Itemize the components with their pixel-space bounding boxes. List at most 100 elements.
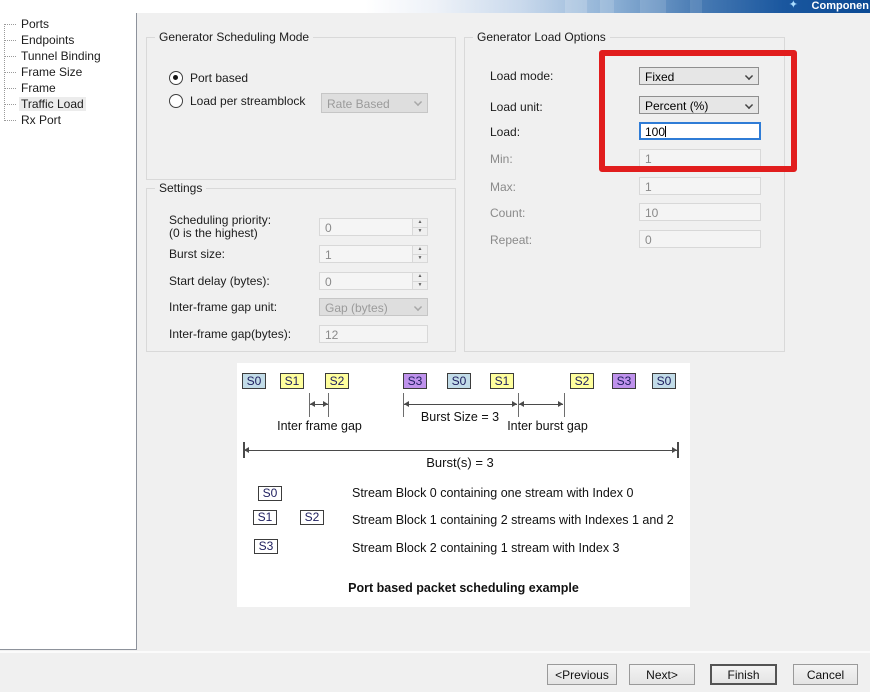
sidebar-item-ports[interactable]: Ports (0, 16, 136, 32)
button-bar: <Previous Next> Finish Cancel (0, 653, 870, 692)
legend-stream-box: S2 (300, 510, 324, 525)
sidebar-item-rx-port[interactable]: Rx Port (0, 112, 136, 128)
field-value: 100 (645, 125, 666, 139)
inter-frame-gap-unit-combobox: Gap (bytes) (319, 298, 428, 316)
cancel-button[interactable]: Cancel (793, 664, 858, 685)
spinner-up-icon: ▲ (413, 219, 427, 227)
max-field: 1 (639, 177, 761, 195)
combobox-value: Rate Based (327, 97, 390, 111)
scheduling-priority-label: Scheduling priority: (169, 213, 272, 227)
max-label: Max: (490, 180, 517, 194)
field-value: 0 (645, 233, 652, 247)
legend-text: Stream Block 2 containing 1 stream with … (352, 541, 620, 555)
stream-box: S1 (490, 373, 514, 389)
sidebar-item-label: Frame (21, 81, 56, 95)
diagram-caption: Port based packet scheduling example (348, 581, 579, 595)
field-value: 1 (645, 180, 652, 194)
radio-label: Port based (190, 71, 249, 85)
bursts-text: Burst(s) = 3 (426, 455, 494, 470)
combobox-value: Fixed (645, 70, 675, 84)
banner-decoration (600, 0, 614, 13)
count-label: Count: (490, 206, 526, 220)
tick-mark (564, 393, 565, 417)
scheduling-priority-note: (0 is the highest) (169, 226, 258, 240)
spinner-down-icon: ▼ (413, 226, 427, 235)
spinner-down-icon: ▼ (413, 280, 427, 289)
min-field: 1 (639, 149, 761, 167)
inter-frame-gap-text: Inter frame gap (277, 419, 362, 433)
chevron-down-icon (414, 303, 421, 310)
count-field: 10 (639, 203, 761, 221)
inter-frame-gap-unit-label: Inter-frame gap unit: (169, 300, 278, 314)
spinner-up-icon: ▲ (413, 246, 427, 254)
dialog-body: Generator Scheduling Mode Port based Loa… (137, 13, 870, 652)
group-title: Generator Load Options (473, 30, 610, 44)
legend-text: Stream Block 0 containing one stream wit… (352, 486, 634, 500)
sidebar-item-traffic-load[interactable]: Traffic Load (0, 96, 136, 112)
load-label: Load: (490, 125, 521, 139)
stream-box: S3 (612, 373, 636, 389)
sidebar-item-label: Ports (21, 17, 50, 31)
sidebar-item-frame-size[interactable]: Frame Size (0, 64, 136, 80)
load-mode-combobox[interactable]: Fixed (639, 67, 759, 85)
star-icon: ✦ (788, 0, 798, 11)
min-label: Min: (490, 152, 513, 166)
legend-stream-box: S1 (253, 510, 277, 525)
banner-brand-text: Componen (811, 0, 869, 12)
banner-decoration (690, 0, 702, 13)
load-input[interactable]: 100 (639, 122, 761, 140)
finish-button[interactable]: Finish (710, 664, 777, 685)
spinner-value: 0 (325, 221, 332, 235)
banner-decoration (640, 0, 666, 13)
tick-mark (328, 393, 329, 417)
inter-frame-gap-label: Inter-frame gap(bytes): (169, 327, 292, 341)
scheduling-diagram: S0 S1 S2 S3 S0 S1 S2 S3 S0 Inter frame g… (237, 363, 690, 607)
group-title: Generator Scheduling Mode (155, 30, 314, 44)
sidebar-item-label: Traffic Load (19, 97, 86, 111)
tree-stub (5, 71, 16, 73)
repeat-field: 0 (639, 230, 761, 248)
stream-box: S0 (652, 373, 676, 389)
sidebar-item-label: Rx Port (21, 113, 62, 127)
start-delay-spinner: 0 ▲ ▼ (319, 272, 428, 290)
sidebar-item-frame[interactable]: Frame (0, 80, 136, 96)
rate-based-combobox: Rate Based (321, 93, 428, 113)
chevron-down-icon (745, 72, 752, 79)
arrow-end-bar (677, 442, 679, 458)
inter-frame-gap-field: 12 (319, 325, 428, 343)
group-generator-scheduling-mode: Generator Scheduling Mode Port based Loa… (146, 30, 456, 180)
sidebar-item-endpoints[interactable]: Endpoints (0, 32, 136, 48)
start-delay-label: Start delay (bytes): (169, 274, 270, 288)
stream-box: S3 (403, 373, 427, 389)
group-settings: Settings Scheduling priority: (0 is the … (146, 181, 456, 352)
text-caret (665, 126, 667, 137)
tree-stub (5, 119, 16, 121)
burst-size-label: Burst size: (169, 247, 226, 261)
tree-stub (5, 39, 16, 41)
legend-stream-box: S3 (254, 539, 278, 554)
stream-box: S0 (447, 373, 471, 389)
legend-text: Stream Block 1 containing 2 streams with… (352, 513, 674, 527)
stream-box: S2 (570, 373, 594, 389)
tree-stub (5, 103, 16, 105)
group-title: Settings (155, 181, 207, 195)
sidebar-item-label: Tunnel Binding (21, 49, 101, 63)
spinner-buttons: ▲ ▼ (412, 219, 427, 235)
load-unit-label: Load unit: (490, 100, 543, 114)
field-value: 12 (325, 328, 339, 342)
sidebar-item-label: Frame Size (21, 65, 83, 79)
next-button[interactable]: Next> (629, 664, 695, 685)
spinner-buttons: ▲ ▼ (412, 273, 427, 289)
spinner-value: 0 (325, 275, 332, 289)
wizard-steps-sidebar: Ports Endpoints Tunnel Binding Frame Siz… (0, 13, 137, 650)
load-unit-combobox[interactable]: Percent (%) (639, 96, 759, 114)
sidebar-item-tunnel-binding[interactable]: Tunnel Binding (0, 48, 136, 64)
stream-box: S1 (280, 373, 304, 389)
radio-load-per-streamblock[interactable]: Load per streamblock (169, 94, 305, 108)
previous-button[interactable]: <Previous (547, 664, 617, 685)
tree-stub (5, 87, 16, 89)
inter-frame-gap-arrow (310, 401, 328, 407)
header-banner: ✦ Componen (0, 0, 870, 13)
inter-burst-gap-text: Inter burst gap (507, 419, 588, 433)
radio-port-based[interactable]: Port based (169, 71, 248, 85)
